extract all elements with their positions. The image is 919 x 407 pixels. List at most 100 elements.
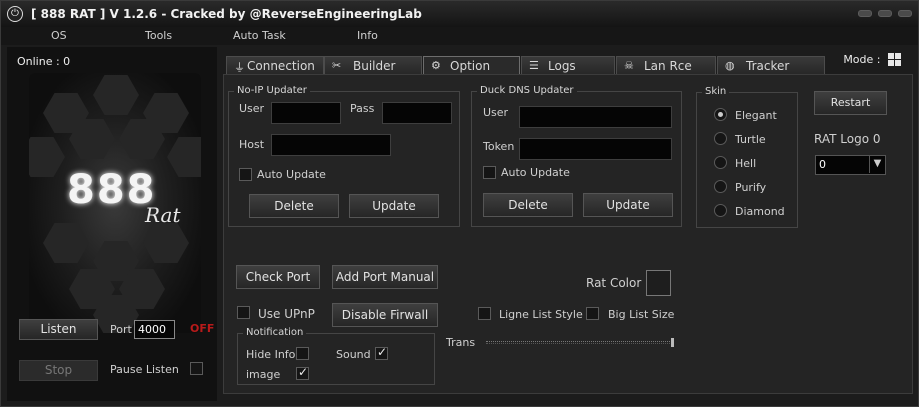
tab-tracker[interactable]: ◍ Tracker [717,56,825,75]
skin-radio-elegant[interactable] [714,108,727,121]
globe-icon: ◍ [725,59,735,72]
duckdns-user-input[interactable] [519,106,672,128]
trans-slider[interactable] [486,341,674,344]
port-label: Port [110,323,132,336]
mode-switch[interactable]: Mode : [843,53,902,67]
duckdns-update-button[interactable]: Update [583,193,673,217]
window-title: [ 888 RAT ] V 1.2.6 - Cracked by @Revers… [31,7,422,21]
rat-logo-value: 0 [819,158,826,171]
duckdns-auto-update-label: Auto Update [501,166,570,179]
rat-color-label: Rat Color > [586,276,656,290]
windows-icon [888,53,902,67]
maximize-button[interactable] [878,10,892,17]
menu-bar: OS Tools Auto Task Info [1,27,918,45]
logo-text: 888 [67,167,157,213]
title-bar: ⏻ [ 888 RAT ] V 1.2.6 - Cracked by @Reve… [1,1,918,27]
skin-radio-turtle[interactable] [714,132,727,145]
noip-host-label: Host [239,138,265,151]
add-port-manual-button[interactable]: Add Port Manual [332,265,438,289]
noip-pass-label: Pass [350,102,375,115]
skin-label-turtle: Turtle [735,133,766,146]
notification-title: Notification [243,327,307,338]
noip-title: No-IP Updater [234,85,310,96]
close-button[interactable] [898,10,912,17]
sound-label: Sound [336,348,371,361]
option-panel: No-IP Updater User Pass Host Auto Update… [223,74,913,394]
skin-label-elegant: Elegant [735,109,777,122]
tab-logs[interactable]: ☰ Logs [521,56,615,75]
menu-auto-task[interactable]: Auto Task [233,29,286,42]
noip-user-input[interactable] [271,102,341,124]
plug-icon: ⏚ [234,61,245,74]
disable-firewall-button[interactable]: Disable Firwall [332,303,438,327]
noip-group: No-IP Updater User Pass Host Auto Update… [228,85,460,227]
app-window: ⏻ [ 888 RAT ] V 1.2.6 - Cracked by @Reve… [0,0,919,407]
ligne-list-style-label: Ligne List Style [499,308,583,321]
gear-icon: ⚙ [431,59,441,72]
skin-label-hell: Hell [735,157,757,170]
noip-pass-input[interactable] [382,102,452,124]
rat-color-picker[interactable] [646,270,671,296]
listen-button[interactable]: Listen [19,319,98,340]
hide-info-label: Hide Info [246,348,296,361]
big-list-size-label: Big List Size [608,308,675,321]
image-checkbox[interactable] [296,365,309,380]
big-list-size-checkbox[interactable] [586,307,599,320]
skin-title: Skin [702,86,730,97]
duckdns-token-label: Token [483,140,515,153]
chevron-down-icon: ▼ [869,156,885,173]
duckdns-user-label: User [483,106,509,119]
trans-slider-thumb[interactable] [671,338,674,347]
rat-logo-label: RAT Logo 0 [814,132,881,146]
rat-logo: 888 Rat [29,73,201,333]
minimize-button[interactable] [858,10,872,17]
duckdns-auto-update-checkbox[interactable] [483,166,496,179]
restart-button[interactable]: Restart [814,91,887,115]
trans-label: Trans [446,336,476,349]
online-count: Online : 0 [17,55,71,68]
port-status: OFF [190,322,215,335]
list-icon: ☰ [529,59,539,72]
skin-radio-purify[interactable] [714,180,727,193]
skin-label-purify: Purify [735,181,767,194]
port-input[interactable]: 4000 [134,320,175,339]
stop-button[interactable]: Stop [19,360,98,381]
tab-builder[interactable]: ✂ Builder [324,56,422,75]
power-icon[interactable]: ⏻ [7,6,23,22]
skull-icon: ☠ [624,59,634,72]
duckdns-title: Duck DNS Updater [477,85,577,96]
menu-os[interactable]: OS [51,29,67,42]
use-upnp-checkbox[interactable] [237,306,250,319]
duckdns-group: Duck DNS Updater User Token Auto Update … [471,85,682,227]
tab-option[interactable]: ⚙ Option [423,56,520,75]
noip-user-label: User [239,102,265,115]
noip-host-input[interactable] [271,134,391,156]
pause-listen-checkbox[interactable] [190,362,203,375]
tools-icon: ✂ [332,59,342,72]
menu-info[interactable]: Info [357,29,378,42]
tab-lan-rce[interactable]: ☠ Lan Rce [616,56,716,75]
skin-group: Skin Elegant Turtle Hell Purify Diamond [696,86,798,228]
check-port-button[interactable]: Check Port [236,265,320,289]
skin-radio-hell[interactable] [714,156,727,169]
noip-auto-update-label: Auto Update [257,168,326,181]
mode-label: Mode : [843,53,881,66]
notification-group: Notification Hide Info Sound image [237,327,435,385]
duckdns-token-input[interactable] [519,138,672,160]
noip-update-button[interactable]: Update [349,194,439,218]
hide-info-checkbox[interactable] [296,347,309,360]
logo-subtext: Rat [145,203,181,227]
skin-label-diamond: Diamond [735,205,785,218]
use-upnp-label: Use UPnP [258,307,315,321]
noip-auto-update-checkbox[interactable] [239,168,252,181]
left-panel: Online : 0 888 Rat Listen Port 4000 OFF … [7,47,217,401]
noip-delete-button[interactable]: Delete [249,194,339,218]
duckdns-delete-button[interactable]: Delete [483,193,573,217]
menu-tools[interactable]: Tools [145,29,172,42]
rat-logo-select[interactable]: 0 ▼ [815,155,886,175]
ligne-list-style-checkbox[interactable] [478,307,491,320]
skin-radio-diamond[interactable] [714,204,727,217]
tab-connection[interactable]: ⏚ Connection [226,56,324,75]
pause-listen-label: Pause Listen [110,363,179,376]
sound-checkbox[interactable] [375,345,388,360]
